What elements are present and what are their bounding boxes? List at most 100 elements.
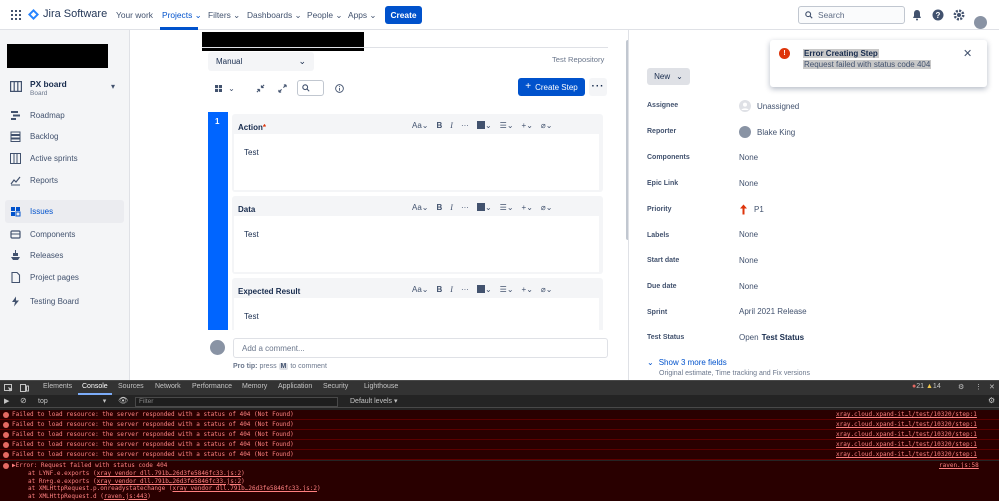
sidebar-item-active-sprints[interactable]: Active sprints	[10, 153, 78, 164]
devtools-tab-sources[interactable]: Sources	[118, 383, 144, 390]
frame-link[interactable]: xray_vendor_dll.791b…26d3fe5846fc33.js:2	[173, 485, 318, 492]
devtools-tab-security[interactable]: Security	[323, 383, 348, 390]
step-search-input[interactable]	[297, 80, 324, 96]
expected-result-editor[interactable]: Test	[234, 298, 599, 330]
show-more-fields-button[interactable]: ⌄ Show 3 more fields	[647, 358, 727, 367]
more-format-icon[interactable]: ···	[461, 285, 469, 294]
settings-gear-icon[interactable]	[953, 9, 965, 21]
devtools-tab-elements[interactable]: Elements	[43, 383, 72, 390]
jira-logo[interactable]: Jira Software	[28, 8, 107, 20]
insert-plus-icon[interactable]: +⌄	[522, 203, 533, 212]
frame-link[interactable]: raven.js:443	[104, 493, 147, 500]
log-source-link[interactable]: xray.cloud.xpand-it…l/test/10320/step:1	[836, 450, 977, 460]
priority-value[interactable]: P1	[739, 204, 764, 215]
nav-people[interactable]: People ⌄	[307, 10, 342, 20]
bold-icon[interactable]: B	[437, 285, 443, 294]
close-icon[interactable]: ✕	[963, 47, 972, 60]
italic-icon[interactable]: I	[450, 121, 453, 130]
log-source-link[interactable]: xray.cloud.xpand-it…l/test/10320/step:1	[836, 430, 977, 440]
devtools-close-icon[interactable]: ✕	[989, 383, 995, 391]
labels-value[interactable]: None	[739, 230, 758, 239]
search-input[interactable]: Search	[798, 6, 905, 24]
create-step-button[interactable]: + Create Step	[518, 78, 585, 96]
console-settings-gear-icon[interactable]: ⚙	[988, 396, 995, 405]
nav-projects[interactable]: Projects ⌄	[162, 10, 202, 20]
devtools-tab-application[interactable]: Application	[278, 383, 312, 390]
devtools-tab-performance[interactable]: Performance	[192, 383, 232, 390]
error-source-link[interactable]: raven.js:58	[939, 462, 979, 470]
sidebar-item-testing-board[interactable]: Testing Board	[10, 296, 79, 307]
log-source-link[interactable]: xray.cloud.xpand-it…l/test/10320/step:1	[836, 410, 977, 420]
due-date-value[interactable]: None	[739, 282, 758, 291]
text-color-icon[interactable]: ⌄	[476, 203, 492, 212]
sidebar-item-roadmap[interactable]: Roadmap	[10, 110, 65, 121]
sidebar-item-backlog[interactable]: Backlog	[10, 131, 58, 142]
epic-link-value[interactable]: None	[739, 179, 758, 188]
insert-plus-icon[interactable]: +⌄	[522, 285, 533, 294]
devtools-settings-gear-icon[interactable]: ⚙	[958, 383, 964, 391]
bold-icon[interactable]: B	[437, 121, 443, 130]
devtools-tab-memory[interactable]: Memory	[242, 383, 267, 390]
app-switcher-icon[interactable]	[11, 10, 21, 20]
issue-counts[interactable]: ●21 ▲14	[912, 383, 941, 390]
create-button[interactable]: Create	[385, 6, 422, 24]
nav-dashboards[interactable]: Dashboards ⌄	[247, 10, 302, 20]
status-button[interactable]: New ⌄	[647, 68, 690, 85]
devtools-tab-lighthouse[interactable]: Lighthouse	[364, 383, 398, 390]
sprint-value[interactable]: April 2021 Release	[739, 307, 807, 316]
devtools-tab-console[interactable]: Console	[82, 383, 108, 390]
device-toolbar-icon[interactable]	[20, 384, 29, 392]
frame-link[interactable]: xray_vendor_dll.791b…26d3fe5846fc33.js:2	[97, 478, 242, 485]
devtools-more-icon[interactable]: ⋮	[975, 383, 982, 391]
log-source-link[interactable]: xray.cloud.xpand-it…l/test/10320/step:1	[836, 440, 977, 450]
insert-plus-icon[interactable]: +⌄	[522, 121, 533, 130]
text-format-button[interactable]: Aa⌄	[412, 285, 429, 294]
attachment-icon[interactable]: ⌀⌄	[541, 203, 553, 212]
sidebar-item-releases[interactable]: Releases	[10, 250, 63, 261]
frame-link[interactable]: xray_vendor_dll.791b…26d3fe5846fc33.js:2	[97, 470, 242, 477]
more-actions-button[interactable]: ···	[589, 78, 607, 96]
italic-icon[interactable]: I	[450, 285, 453, 294]
devtools-tab-network[interactable]: Network	[155, 383, 181, 390]
attachment-icon[interactable]: ⌀⌄	[541, 121, 553, 130]
assignee-value[interactable]: Unassigned	[739, 100, 799, 112]
bullet-list-icon[interactable]: ☰⌄	[500, 203, 514, 212]
sidebar-item-components[interactable]: Components	[10, 229, 75, 240]
profile-avatar[interactable]	[974, 16, 987, 29]
sidebar-item-project-pages[interactable]: Project pages	[10, 272, 79, 283]
clear-console-icon[interactable]: ⊘	[20, 396, 27, 405]
start-date-value[interactable]: None	[739, 256, 758, 265]
test-type-select[interactable]: Manual ⌄	[208, 52, 314, 71]
text-color-icon[interactable]: ⌄	[476, 121, 492, 130]
view-mode-dropdown[interactable]: ⌄	[208, 80, 242, 96]
sidebar-item-issues[interactable]: Issues	[5, 200, 124, 223]
log-source-link[interactable]: xray.cloud.xpand-it…l/test/10320/step:1	[836, 420, 977, 430]
info-icon[interactable]	[332, 80, 346, 96]
data-editor[interactable]: Test	[234, 216, 599, 272]
log-levels-dropdown[interactable]: Default levels ▾	[350, 397, 398, 405]
error-heading[interactable]: ▶Error: Request failed with status code …	[12, 462, 167, 470]
components-value[interactable]: None	[739, 153, 758, 162]
context-select[interactable]: top ▾	[38, 397, 106, 405]
nav-filters[interactable]: Filters ⌄	[208, 10, 240, 20]
board-switcher[interactable]: PX board Board ▾	[10, 78, 122, 100]
more-format-icon[interactable]: ···	[461, 121, 469, 130]
test-repository-link[interactable]: Test Repository	[552, 55, 604, 64]
bold-icon[interactable]: B	[437, 203, 443, 212]
help-icon[interactable]: ?	[932, 9, 944, 21]
console-sidebar-icon[interactable]: ▶	[4, 397, 9, 405]
more-format-icon[interactable]: ···	[461, 203, 469, 212]
attachment-icon[interactable]: ⌀⌄	[541, 285, 553, 294]
comment-input[interactable]: Add a comment...	[233, 338, 608, 358]
live-expression-eye-icon[interactable]: 👁	[118, 396, 128, 405]
sidebar-item-reports[interactable]: Reports	[10, 175, 58, 186]
console-filter-input[interactable]: Filter	[135, 397, 338, 407]
collapse-icon[interactable]	[252, 80, 268, 96]
italic-icon[interactable]: I	[450, 203, 453, 212]
inspect-element-icon[interactable]	[4, 384, 13, 392]
test-status-value[interactable]: Open Test Status	[739, 333, 804, 342]
nav-your-work[interactable]: Your work	[116, 10, 153, 20]
text-format-button[interactable]: Aa⌄	[412, 121, 429, 130]
reporter-value[interactable]: Blake King	[739, 126, 795, 138]
text-color-icon[interactable]: ⌄	[476, 285, 492, 294]
